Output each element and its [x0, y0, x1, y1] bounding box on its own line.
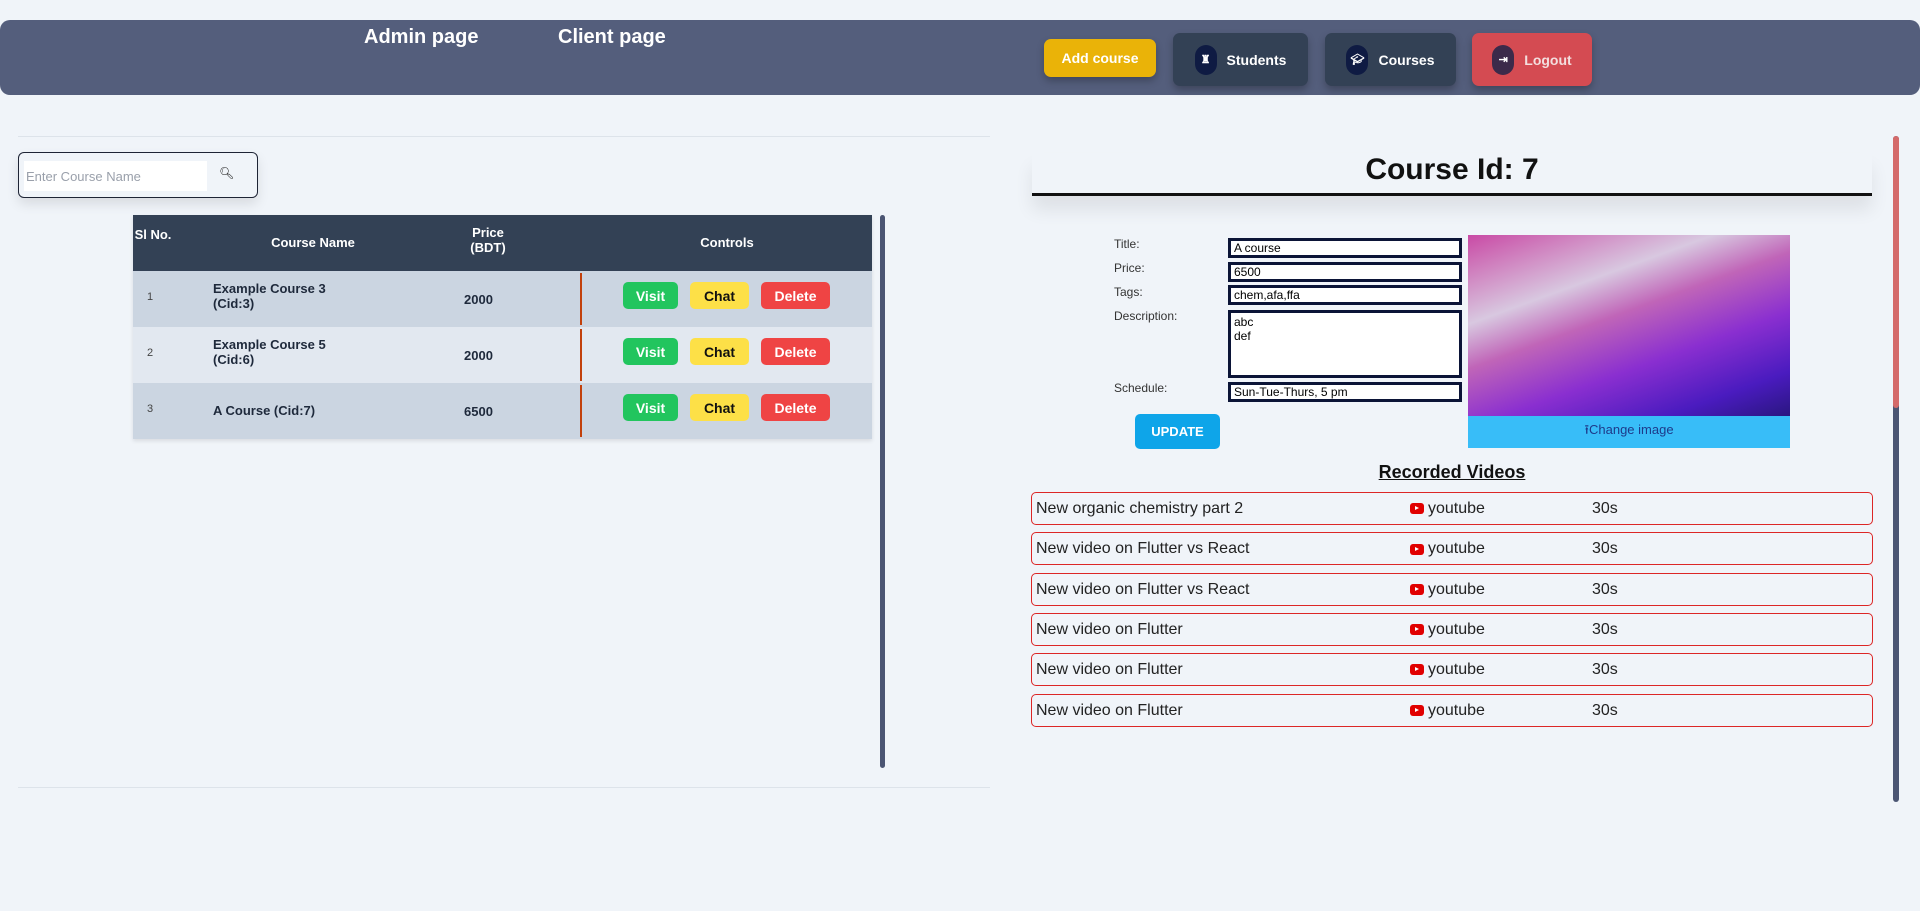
- video-item[interactable]: New video on Flutter youtube 30s: [1031, 612, 1873, 646]
- video-platform: youtube: [1428, 701, 1485, 719]
- course-image: [1468, 235, 1790, 416]
- price-label: Price:: [1114, 261, 1145, 275]
- video-platform: youtube: [1428, 661, 1485, 679]
- header-sl: Sl No.: [134, 227, 172, 242]
- search-box: 🔍︎: [18, 152, 258, 198]
- chat-button[interactable]: Chat: [690, 338, 749, 365]
- video-item[interactable]: New organic chemistry part 2 youtube 30s: [1031, 492, 1873, 525]
- add-course-label: Add course: [1061, 50, 1139, 66]
- chat-button[interactable]: Chat: [690, 394, 749, 421]
- video-title: New video on Flutter vs React: [1036, 580, 1250, 598]
- video-item[interactable]: New video on Flutter vs React youtube 30…: [1031, 572, 1873, 606]
- table-row: 3 A Course (Cid:7) 6500 Visit Chat Delet…: [133, 383, 872, 439]
- youtube-icon: [1410, 624, 1424, 636]
- video-title: New video on Flutter: [1036, 620, 1183, 638]
- delete-button[interactable]: Delete: [761, 394, 830, 421]
- youtube-icon: [1410, 583, 1424, 595]
- row-price: 2000: [464, 348, 493, 363]
- title-label: Title:: [1114, 237, 1140, 251]
- client-page-link[interactable]: Client page: [558, 26, 666, 49]
- video-duration: 30s: [1592, 661, 1618, 679]
- row-sl: 2: [147, 347, 154, 359]
- row-course-name: A Course (Cid:7): [213, 403, 316, 418]
- schedule-input[interactable]: Sun-Tue-Thurs, 5 pm: [1228, 382, 1462, 402]
- admin-page-link[interactable]: Admin page: [364, 26, 478, 49]
- video-duration: 30s: [1592, 701, 1618, 719]
- search-input[interactable]: [24, 161, 207, 191]
- video-title: New video on Flutter: [1036, 701, 1183, 719]
- visit-button[interactable]: Visit: [623, 394, 678, 421]
- column-divider: [580, 385, 582, 437]
- student-icon: ♜: [1194, 44, 1217, 75]
- schedule-label: Schedule:: [1114, 381, 1168, 395]
- chat-button[interactable]: Chat: [690, 282, 749, 309]
- video-item[interactable]: New video on Flutter youtube 30s: [1031, 693, 1873, 727]
- logout-icon: ⇥: [1492, 44, 1515, 75]
- video-duration: 30s: [1592, 540, 1618, 558]
- delete-button[interactable]: Delete: [761, 282, 830, 309]
- video-platform: youtube: [1428, 620, 1485, 638]
- change-image-button[interactable]: ⭱Change image: [1468, 416, 1790, 448]
- graduation-cap-icon: 🎓︎: [1346, 44, 1369, 75]
- header-controls: Controls: [700, 235, 754, 250]
- header-price: Price (BDT): [470, 225, 506, 255]
- add-course-button[interactable]: Add course: [1044, 39, 1156, 77]
- video-duration: 30s: [1592, 500, 1618, 517]
- table-header: Sl No. Course Name Price (BDT) Controls: [133, 215, 872, 271]
- table-row: 1 Example Course 3 (Cid:3) 2000 Visit Ch…: [133, 271, 872, 327]
- recorded-videos-heading: Recorded Videos: [1378, 462, 1526, 482]
- table-row: 2 Example Course 5 (Cid:6) 2000 Visit Ch…: [133, 327, 872, 383]
- row-sl: 3: [147, 403, 154, 415]
- logout-button[interactable]: ⇥ Logout: [1472, 33, 1592, 86]
- navbar: [0, 20, 1920, 95]
- scrollbar-thumb[interactable]: [1893, 136, 1899, 408]
- youtube-icon: [1410, 704, 1424, 716]
- video-title: New video on Flutter vs React: [1036, 540, 1250, 558]
- description-textarea[interactable]: abc def: [1228, 310, 1462, 378]
- courses-button[interactable]: 🎓︎ Courses: [1325, 33, 1456, 86]
- row-price: 6500: [464, 404, 493, 419]
- column-divider: [580, 329, 582, 381]
- video-title: New organic chemistry part 2: [1036, 500, 1244, 517]
- youtube-icon: [1410, 543, 1424, 555]
- update-button[interactable]: UPDATE: [1135, 414, 1220, 449]
- video-duration: 30s: [1592, 580, 1618, 598]
- title-input[interactable]: A course: [1228, 238, 1462, 258]
- logout-label: Logout: [1524, 51, 1572, 68]
- row-course-name: Example Course 3 (Cid:3): [213, 281, 326, 311]
- tags-input[interactable]: chem,afa,ffa: [1228, 285, 1462, 305]
- search-icon[interactable]: 🔍︎: [219, 166, 234, 180]
- row-price: 2000: [464, 292, 493, 307]
- youtube-icon: [1410, 664, 1424, 676]
- divider: [18, 787, 990, 788]
- course-id-heading: Course Id: 7: [1032, 153, 1872, 196]
- video-title: New video on Flutter: [1036, 661, 1183, 679]
- description-label: Description:: [1114, 309, 1178, 323]
- divider: [18, 136, 990, 137]
- video-platform: youtube: [1428, 500, 1485, 517]
- column-divider: [580, 273, 582, 325]
- video-item[interactable]: New video on Flutter vs React youtube 30…: [1031, 532, 1873, 566]
- video-item[interactable]: New video on Flutter youtube 30s: [1031, 653, 1873, 687]
- header-name: Course Name: [271, 235, 355, 250]
- delete-button[interactable]: Delete: [761, 338, 830, 365]
- youtube-icon: [1410, 503, 1424, 515]
- row-course-name: Example Course 5 (Cid:6): [213, 337, 326, 367]
- courses-label: Courses: [1378, 51, 1435, 68]
- video-duration: 30s: [1592, 620, 1618, 638]
- visit-button[interactable]: Visit: [623, 338, 678, 365]
- tags-label: Tags:: [1114, 285, 1143, 299]
- video-platform: youtube: [1428, 580, 1485, 598]
- page-scrollbar[interactable]: [1893, 136, 1899, 802]
- visit-button[interactable]: Visit: [623, 282, 678, 309]
- students-button[interactable]: ♜ Students: [1173, 33, 1308, 86]
- price-input[interactable]: 6500: [1228, 262, 1462, 282]
- video-platform: youtube: [1428, 540, 1485, 558]
- row-sl: 1: [147, 291, 154, 303]
- students-label: Students: [1226, 51, 1287, 68]
- table-scrollbar[interactable]: [880, 215, 885, 768]
- courses-table: Sl No. Course Name Price (BDT) Controls …: [133, 215, 872, 439]
